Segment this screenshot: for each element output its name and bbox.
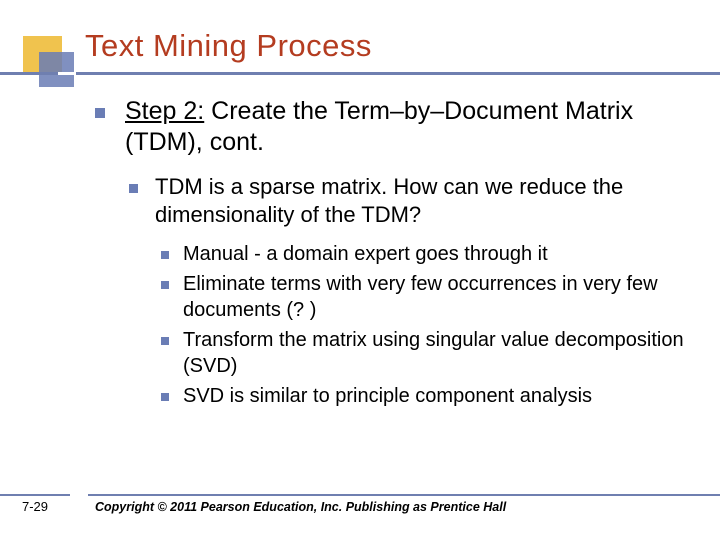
point-text: SVD is similar to principle component an… — [183, 385, 592, 407]
bullet-level3: Eliminate terms with very few occurrence… — [161, 271, 695, 323]
square-bullet-icon — [161, 281, 169, 289]
step-label: Step 2: — [125, 97, 204, 125]
square-bullet-icon — [129, 184, 138, 193]
bullet-level3: SVD is similar to principle component an… — [161, 383, 695, 409]
copyright-text: Copyright © 2011 Pearson Education, Inc.… — [95, 500, 506, 514]
slide-number: 7-29 — [22, 499, 48, 514]
bullet-level2: TDM is a sparse matrix. How can we reduc… — [129, 173, 695, 229]
bullet-level3: Transform the matrix using singular valu… — [161, 327, 695, 379]
bullet-level1: Step 2: Create the Term–by–Document Matr… — [95, 96, 695, 159]
square-bullet-icon — [161, 337, 169, 345]
title-decoration — [23, 36, 74, 87]
point-text: Manual - a domain expert goes through it — [183, 243, 548, 265]
point-text: Eliminate terms with very few occurrence… — [183, 273, 658, 321]
bullet-level3: Manual - a domain expert goes through it — [161, 241, 695, 267]
title-underline — [0, 72, 720, 75]
square-bullet-icon — [161, 393, 169, 401]
sub-text: TDM is a sparse matrix. How can we reduc… — [155, 174, 623, 227]
slide-title: Text Mining Process — [85, 28, 372, 64]
slide-content: Step 2: Create the Term–by–Document Matr… — [95, 96, 695, 413]
footer-line — [0, 494, 720, 496]
square-bullet-icon — [95, 108, 105, 118]
point-text: Transform the matrix using singular valu… — [183, 329, 684, 377]
decor-square-blue — [39, 52, 74, 87]
footer-line-gap — [70, 494, 88, 496]
title-underline-gap — [58, 72, 76, 75]
square-bullet-icon — [161, 251, 169, 259]
